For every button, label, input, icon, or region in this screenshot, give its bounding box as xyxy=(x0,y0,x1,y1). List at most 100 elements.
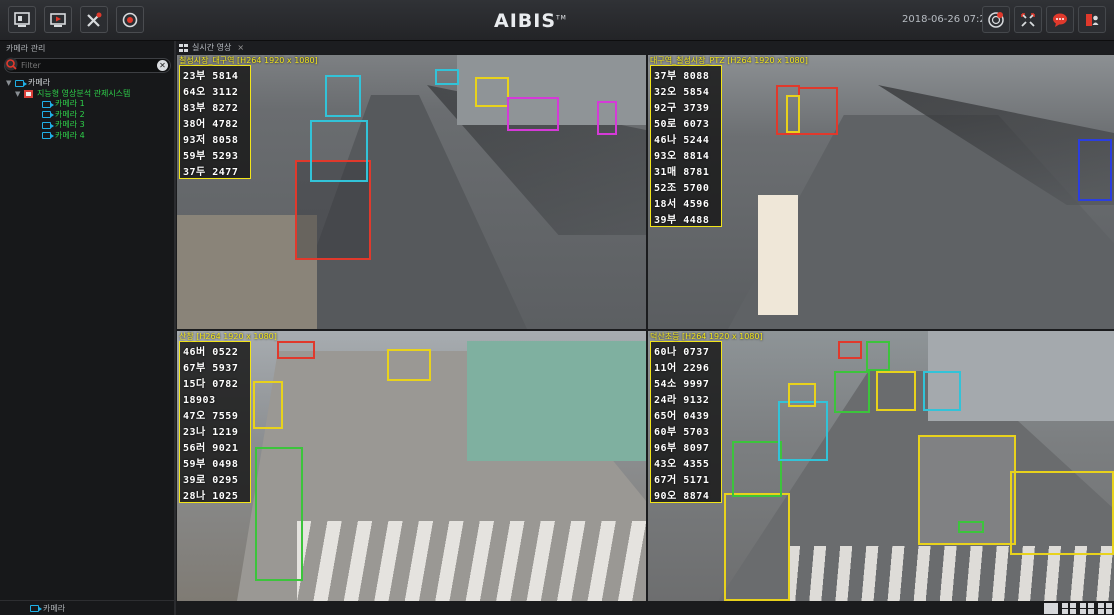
detection-box xyxy=(1078,139,1112,201)
plate-text: 54소 9997 xyxy=(654,379,710,390)
detection-box xyxy=(277,341,315,359)
camera-icon xyxy=(42,100,54,108)
detection-box xyxy=(923,371,961,411)
clear-filter-button[interactable]: ✕ xyxy=(157,60,168,71)
layout-quad-button[interactable] xyxy=(1062,603,1076,614)
detection-box xyxy=(310,120,368,182)
plate-list: 37부 8088 32오 5854 92구 3739 50로 6073 46나 … xyxy=(650,65,722,227)
expand-icon xyxy=(1021,12,1035,27)
camera-icon xyxy=(42,132,54,140)
user-button[interactable] xyxy=(1078,6,1106,33)
tab-close-icon[interactable]: × xyxy=(237,43,244,52)
expand-arrow-icon[interactable]: ▼ xyxy=(15,89,24,100)
plate-text: 59부 0498 xyxy=(183,459,239,470)
detection-box xyxy=(958,521,984,533)
plate-text: 56러 9021 xyxy=(183,443,239,454)
plate-text: 24라 9132 xyxy=(654,395,710,406)
bottom-bar xyxy=(176,601,1114,615)
video-label: 산창 [H264 1920 x 1080] xyxy=(179,332,277,341)
crosswalk xyxy=(297,521,646,601)
detection-box xyxy=(255,447,303,581)
video-panel-4[interactable]: 덕산초등 [H264 1920 x 1080] 60나 0737 11어 229… xyxy=(648,331,1114,601)
camera-icon xyxy=(15,79,27,87)
chat-button[interactable] xyxy=(1046,6,1074,33)
alarm-button[interactable] xyxy=(982,6,1010,33)
camera-icon xyxy=(42,111,54,119)
plate-text: 43오 4355 xyxy=(654,459,710,470)
tree-camera-4[interactable]: 카메라 4 xyxy=(6,131,130,142)
camera-sidebar: 카메라 관리 ✕ ▼ 카메라 ▼ 지능형 영상분석 관제시스템 카메라 1 카메… xyxy=(0,41,176,615)
detection-box xyxy=(778,401,828,461)
tab-live-view[interactable]: 실시간 영상 × xyxy=(179,42,244,53)
tree-system-label: 지능형 영상분석 관제시스템 xyxy=(37,88,131,98)
plate-text: 46나 5244 xyxy=(654,135,710,146)
filter-input[interactable] xyxy=(21,59,151,72)
plate-text: 64오 3112 xyxy=(183,87,239,98)
record-button[interactable] xyxy=(116,6,144,33)
detection-box xyxy=(732,441,782,497)
plate-text: 37두 2477 xyxy=(183,167,239,178)
plate-text: 32오 5854 xyxy=(654,87,710,98)
detection-box xyxy=(788,383,816,407)
video-label: 덕산초등 [H264 1920 x 1080] xyxy=(650,332,763,341)
plate-text: 92구 3739 xyxy=(654,103,710,114)
detection-box xyxy=(475,77,509,107)
layout-sixteen-button[interactable] xyxy=(1098,603,1112,614)
video-panel-3[interactable]: 산창 [H264 1920 x 1080] 46버 0522 67부 5937 … xyxy=(177,331,646,601)
plate-text: 11어 2296 xyxy=(654,363,710,374)
plate-text: 39부 4488 xyxy=(654,215,710,226)
detection-box xyxy=(876,371,916,411)
tree-camera-2[interactable]: 카메라 2 xyxy=(6,110,130,121)
expand-arrow-icon[interactable]: ▼ xyxy=(6,78,15,89)
detection-box xyxy=(786,95,800,133)
tree-camera-1[interactable]: 카메라 1 xyxy=(6,99,130,110)
detection-box xyxy=(435,69,459,85)
plate-text: 31매 8781 xyxy=(654,167,710,178)
video-panel-1[interactable]: 칠성시장_대구역 [H264 1920 x 1080] 23부 5814 64오… xyxy=(177,55,646,329)
camera-label: 카메라 1 xyxy=(55,99,85,108)
plate-text: 28나 1025 xyxy=(183,491,239,502)
camera-tree: ▼ 카메라 ▼ 지능형 영상분석 관제시스템 카메라 1 카메라 2 카메라 3… xyxy=(6,78,130,141)
plate-text: 67부 5937 xyxy=(183,363,239,374)
tree-root[interactable]: ▼ 카메라 xyxy=(6,78,130,89)
tree-camera-3[interactable]: 카메라 3 xyxy=(6,120,130,131)
detection-box xyxy=(253,381,283,429)
plate-text: 83부 8272 xyxy=(183,103,239,114)
tools-icon xyxy=(87,12,102,27)
plate-text: 38어 4782 xyxy=(183,119,239,130)
video-label: 칠성시장_대구역 [H264 1920 x 1080] xyxy=(179,56,318,65)
plate-text: 67거 5171 xyxy=(654,475,710,486)
layout-button[interactable] xyxy=(8,6,36,33)
plate-list: 60나 0737 11어 2296 54소 9997 24라 9132 65어 … xyxy=(650,341,722,503)
user-icon xyxy=(1086,13,1099,26)
video-panel-2[interactable]: 대구역_칠성시장_PTZ [H264 1920 x 1080] 37부 8088… xyxy=(648,55,1114,329)
layout-nine-button[interactable] xyxy=(1080,603,1094,614)
detection-box xyxy=(834,371,870,413)
detection-box xyxy=(325,75,361,117)
sidebar-title: 카메라 관리 xyxy=(6,44,46,53)
shop-sign xyxy=(758,195,798,315)
tab-bar: 실시간 영상 × xyxy=(176,41,1114,54)
plate-text: 39로 0295 xyxy=(183,475,239,486)
plate-text: 18서 4596 xyxy=(654,199,710,210)
sidebar-footer[interactable]: 카메라 xyxy=(0,600,174,615)
plate-text: 60부 5703 xyxy=(654,427,710,438)
tree-system[interactable]: ▼ 지능형 영상분석 관제시스템 xyxy=(6,89,130,100)
layout-single-button[interactable] xyxy=(1044,603,1058,614)
detection-box xyxy=(1010,471,1114,555)
detection-box xyxy=(507,97,559,131)
sidebar-footer-label: 카메라 xyxy=(43,603,66,613)
detection-box xyxy=(724,493,790,601)
detection-box xyxy=(838,341,862,359)
plate-text: 60나 0737 xyxy=(654,347,710,358)
plate-text: 90오 8874 xyxy=(654,491,710,502)
detection-box xyxy=(798,87,838,135)
screen-play-icon xyxy=(50,12,66,27)
radar-icon xyxy=(988,11,1004,28)
playback-button[interactable] xyxy=(44,6,72,33)
plate-list: 46버 0522 67부 5937 15다 0782 18903 47오 755… xyxy=(179,341,251,503)
chat-icon xyxy=(1053,13,1067,27)
settings-button[interactable] xyxy=(80,6,108,33)
camera-label: 카메라 2 xyxy=(55,109,85,119)
fullscreen-button[interactable] xyxy=(1014,6,1042,33)
